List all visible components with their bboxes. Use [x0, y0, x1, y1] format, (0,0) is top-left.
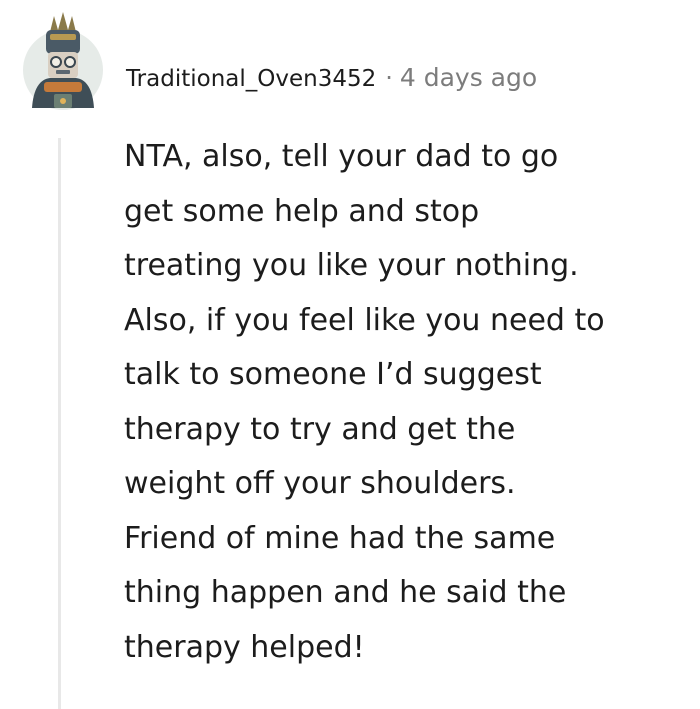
comment-header: Traditional_Oven3452 · 4 days ago [126, 58, 537, 99]
comment: Traditional_Oven3452 · 4 days ago NTA, als… [0, 0, 700, 709]
user-avatar-icon[interactable] [20, 10, 106, 114]
comment-body-line: treating you like your nothing. [124, 248, 579, 283]
comment-body-line: get some help and stop [124, 193, 480, 229]
comment-body-line: Also, if you feel like you need to [124, 302, 605, 338]
comment-author-link[interactable]: Traditional_Oven3452 [126, 66, 376, 92]
comment-body-line: therapy helped! [124, 629, 365, 665]
comment-body-line: talk to someone I’d suggest [124, 357, 542, 392]
separator-dot: · [385, 64, 393, 92]
comment-body-line: therapy to try and get the [124, 411, 516, 447]
comment-timestamp[interactable]: 4 days ago [400, 63, 537, 92]
comment-body: NTA, also, tell your dad to go get some … [124, 130, 696, 675]
comment-body-line: weight off your shoulders. [124, 466, 516, 501]
comment-body-line: thing happen and he said the [124, 575, 567, 610]
thread-collapse-line[interactable] [58, 138, 61, 709]
comment-body-line: NTA, also, tell your dad to go [124, 139, 559, 174]
comment-body-line: Friend of mine had the same [124, 520, 556, 556]
